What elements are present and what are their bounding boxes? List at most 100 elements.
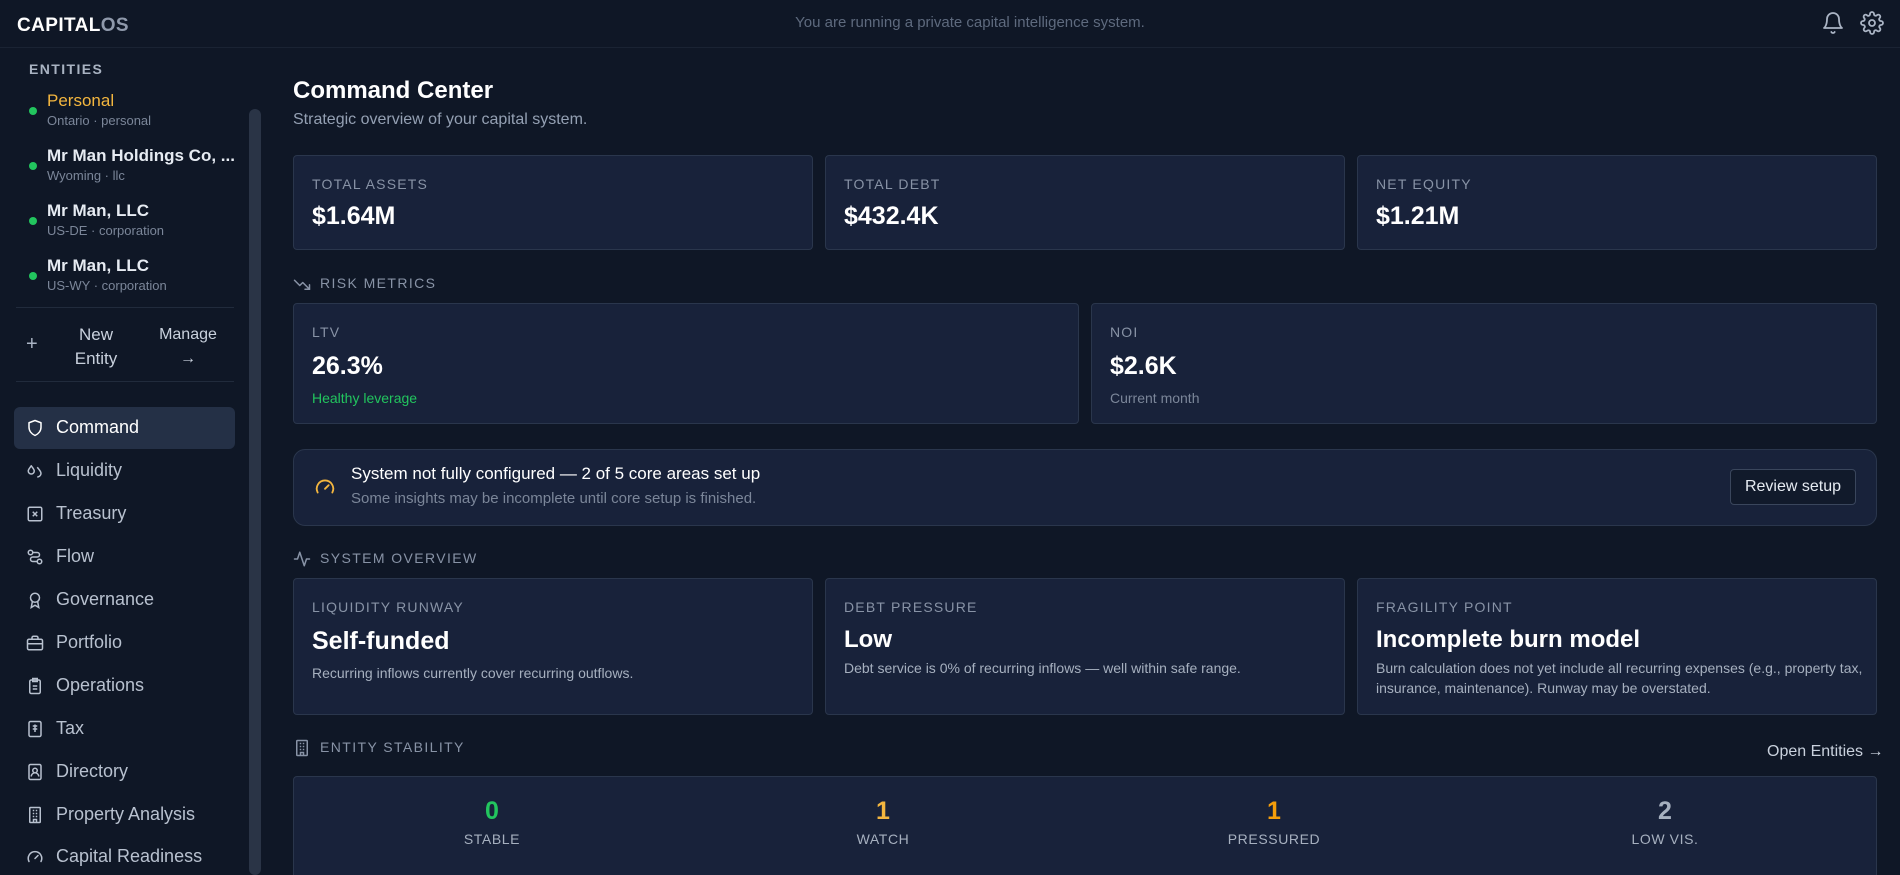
building-icon xyxy=(296,739,308,757)
card-label: TOTAL ASSETS xyxy=(312,176,429,192)
stability-label: PRESSURED xyxy=(1227,831,1321,847)
noi-card: NOI $2.6K Current month xyxy=(1091,303,1877,424)
briefcase-icon xyxy=(26,635,44,651)
stability-label: LOW VIS. xyxy=(1631,831,1699,847)
nav-label: Treasury xyxy=(56,503,127,523)
card-note: Healthy leverage xyxy=(312,390,418,406)
stability-count: 0 xyxy=(485,797,499,825)
new-entity-button[interactable]: + New Entity xyxy=(26,321,146,371)
card-value: $1.21M xyxy=(1376,202,1460,230)
nav-item-portfolio[interactable]: Portfolio xyxy=(14,622,235,664)
entity-item-llc-wy[interactable]: Mr Man, LLC US-WY · corporation xyxy=(29,256,229,304)
nav-label: Liquidity xyxy=(56,460,123,480)
nav-label: Portfolio xyxy=(56,632,123,652)
card-label: DEBT PRESSURE xyxy=(844,599,978,615)
nav-item-command[interactable]: Command xyxy=(14,407,235,449)
card-value: Self-funded xyxy=(312,627,450,655)
section-heading-text: ENTITY STABILITY xyxy=(320,739,465,755)
bell-icon[interactable] xyxy=(1821,11,1845,35)
nav-item-directory[interactable]: Directory xyxy=(14,751,235,793)
new-entity-line2: Entity xyxy=(74,349,118,368)
system-tagline: You are running a private capital intell… xyxy=(795,14,1145,31)
sidebar-divider xyxy=(16,381,234,382)
receipt-icon xyxy=(28,720,42,738)
stability-label: WATCH xyxy=(856,831,910,847)
entities-section-label: ENTITIES xyxy=(29,61,104,77)
nav-item-liquidity[interactable]: Liquidity xyxy=(14,450,235,492)
entity-name: Personal xyxy=(47,91,115,110)
setup-alert: System not fully configured — 2 of 5 cor… xyxy=(293,449,1877,526)
open-entities-link[interactable]: Open Entities → xyxy=(1767,743,1884,761)
building-icon xyxy=(29,806,41,824)
entity-name: Mr Man Holdings Co, ... xyxy=(47,146,235,165)
nav-item-property-analysis[interactable]: Property Analysis xyxy=(14,794,235,836)
section-heading-text: RISK METRICS xyxy=(320,275,437,291)
nav-label: Tax xyxy=(56,718,85,738)
section-heading-text: SYSTEM OVERVIEW xyxy=(320,550,478,566)
card-desc: Debt service is 0% of recurring inflows … xyxy=(844,660,1241,676)
arrow-right-icon: → xyxy=(180,350,196,367)
entity-sub: US-DE · corporation xyxy=(47,223,165,238)
card-value: $432.4K xyxy=(844,202,939,230)
shield-icon xyxy=(28,419,42,437)
plus-icon: + xyxy=(26,333,38,355)
page-subtitle: Strategic overview of your capital syste… xyxy=(293,111,588,128)
flow-icon xyxy=(27,549,43,565)
nav-item-tax[interactable]: Tax xyxy=(14,708,235,750)
ltv-card: LTV 26.3% Healthy leverage xyxy=(293,303,1079,424)
nav-item-operations[interactable]: Operations xyxy=(14,665,235,707)
entity-item-llc-de[interactable]: Mr Man, LLC US-DE · corporation xyxy=(29,201,229,249)
nav-label: Capital Readiness xyxy=(56,846,203,866)
manage-label: Manage xyxy=(159,326,217,343)
entity-name: Mr Man, LLC xyxy=(47,201,149,220)
gauge-icon xyxy=(27,850,43,863)
alert-title: System not fully configured — 2 of 5 cor… xyxy=(351,464,761,483)
total-assets-card: TOTAL ASSETS $1.64M xyxy=(293,155,813,250)
alert-subtitle: Some insights may be incomplete until co… xyxy=(351,490,757,507)
entity-item-personal[interactable]: Personal Ontario · personal xyxy=(29,91,229,139)
card-value: Low xyxy=(844,626,892,653)
entity-item-holdings[interactable]: Mr Man Holdings Co, ... Wyoming · llc xyxy=(29,146,235,194)
status-dot xyxy=(29,162,37,170)
entity-stability-card: 0 STABLE 1 WATCH 1 PRESSURED 2 LOW VIS. xyxy=(293,776,1877,875)
nav-item-capital-readiness[interactable]: Capital Readiness xyxy=(14,836,235,875)
sidebar-divider xyxy=(16,307,234,308)
card-value: $2.6K xyxy=(1110,352,1177,380)
stability-count: 1 xyxy=(1267,797,1281,825)
card-label: FRAGILITY POINT xyxy=(1376,599,1513,615)
box-x-icon xyxy=(27,506,43,522)
card-label: NOI xyxy=(1110,324,1139,340)
card-value: $1.64M xyxy=(312,202,396,230)
gear-icon[interactable] xyxy=(1860,11,1884,35)
liquidity-runway-card: LIQUIDITY RUNWAY Self-funded Recurring i… xyxy=(293,578,813,715)
fragility-point-card: FRAGILITY POINT Incomplete burn model Bu… xyxy=(1357,578,1877,715)
nav-label: Flow xyxy=(56,546,95,566)
award-icon xyxy=(29,592,41,609)
entity-sub: Ontario · personal xyxy=(47,113,152,128)
entity-name: Mr Man, LLC xyxy=(47,256,149,275)
card-label: NET EQUITY xyxy=(1376,176,1472,192)
card-desc: Recurring inflows currently cover recurr… xyxy=(312,665,634,681)
net-equity-card: NET EQUITY $1.21M xyxy=(1357,155,1877,250)
nav-item-flow[interactable]: Flow xyxy=(14,536,235,578)
clipboard-icon xyxy=(29,677,41,695)
new-entity-label: New Entity xyxy=(66,323,126,371)
nav-item-treasury[interactable]: Treasury xyxy=(14,493,235,535)
card-value: 26.3% xyxy=(312,352,383,380)
nav-item-governance[interactable]: Governance xyxy=(14,579,235,621)
card-desc: Burn calculation does not yet include al… xyxy=(1376,660,1863,696)
sidebar: ENTITIES Personal Ontario · personal Mr … xyxy=(0,49,262,875)
contact-icon xyxy=(28,763,42,781)
stability-count: 2 xyxy=(1658,797,1672,825)
total-debt-card: TOTAL DEBT $432.4K xyxy=(825,155,1345,250)
new-entity-line1: New xyxy=(78,325,113,344)
card-note: Current month xyxy=(1110,390,1200,406)
review-setup-button[interactable]: Review setup xyxy=(1730,469,1856,505)
manage-entities-link[interactable]: Manage → xyxy=(155,323,221,371)
sidebar-scrollbar[interactable] xyxy=(249,109,261,875)
card-value: Incomplete burn model xyxy=(1376,626,1641,653)
entity-sub: Wyoming · llc xyxy=(47,168,125,183)
card-label: LTV xyxy=(312,324,341,340)
activity-icon xyxy=(293,551,311,567)
entity-sub: US-WY · corporation xyxy=(47,278,167,293)
